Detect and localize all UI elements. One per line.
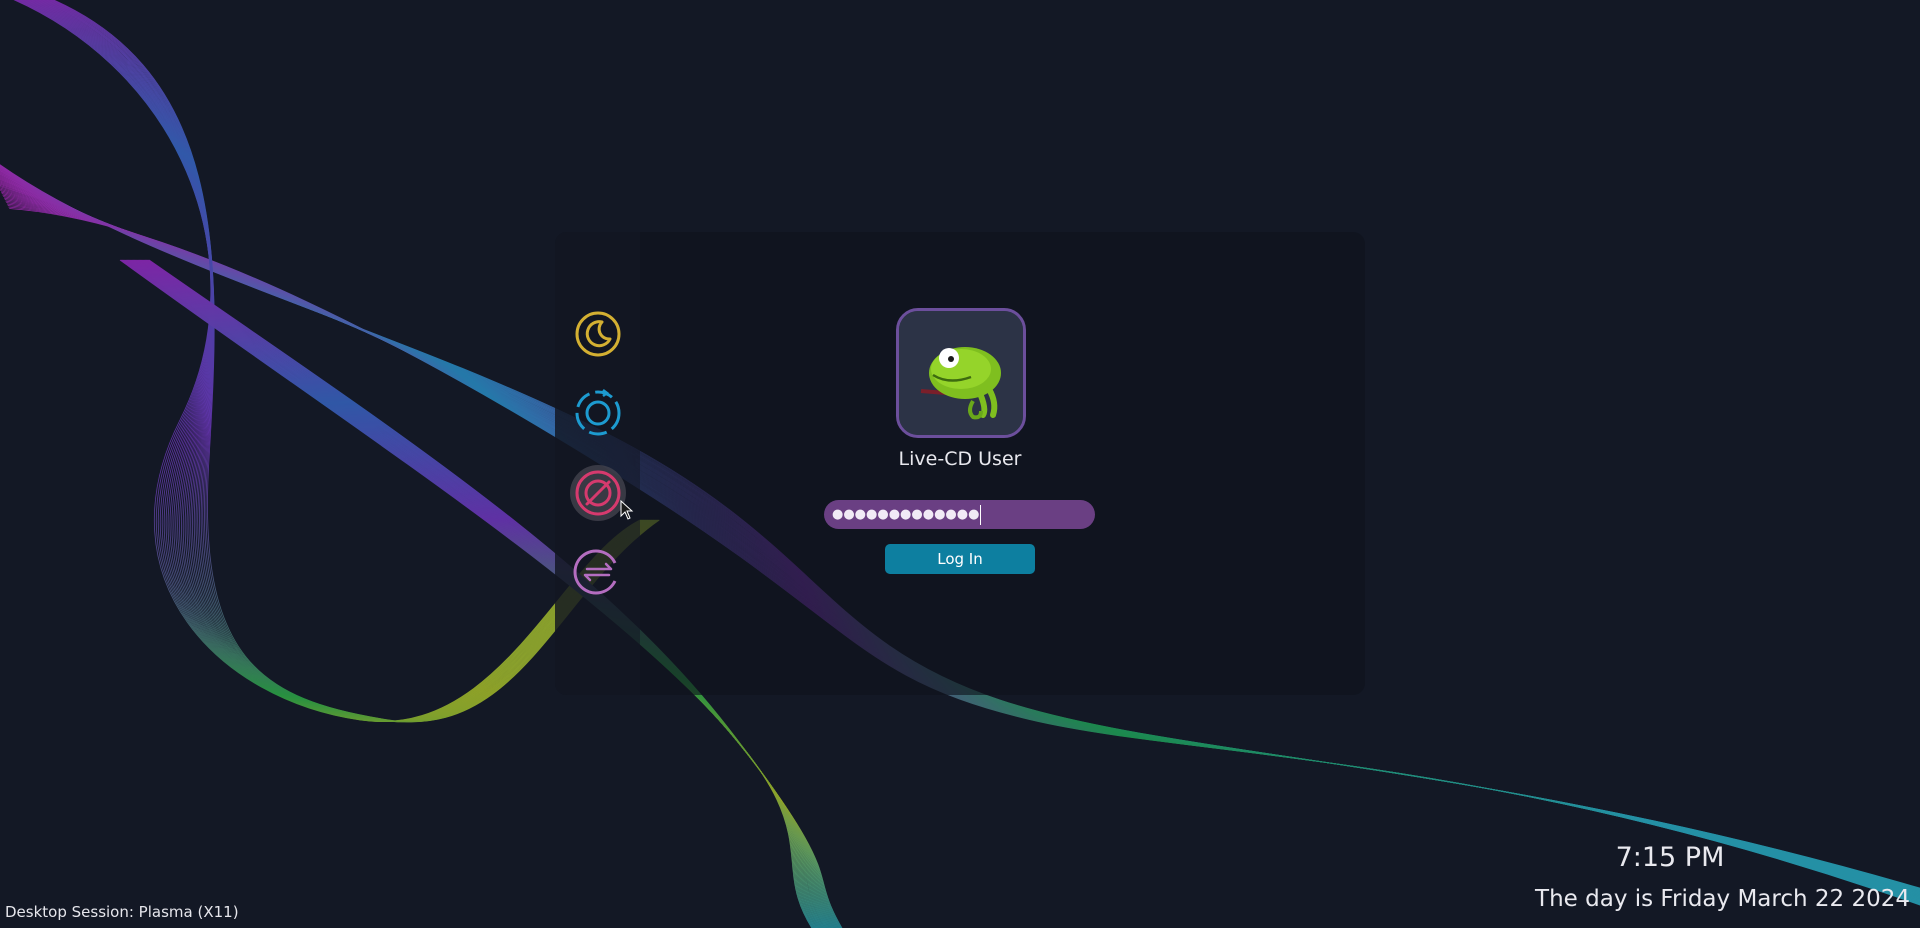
clock-date: The day is Friday March 22 2024	[1535, 886, 1910, 912]
password-masked-text: ●●●●●●●●●●●●●	[832, 507, 980, 522]
restart-button[interactable]	[570, 385, 626, 441]
log-in-button[interactable]: Log In	[885, 544, 1035, 574]
switch-arrows-icon	[573, 549, 617, 595]
moon-icon	[575, 311, 621, 357]
login-screen: Live-CD User ●●●●●●●●●●●●● Log In Deskto…	[0, 0, 1920, 928]
suspend-button[interactable]	[570, 306, 626, 362]
text-caret	[980, 504, 982, 525]
power-actions-column	[555, 232, 640, 695]
mouse-cursor-icon	[620, 500, 634, 520]
shutdown-button[interactable]	[570, 465, 626, 521]
password-field[interactable]: ●●●●●●●●●●●●●	[824, 500, 1095, 529]
username-label: Live-CD User	[898, 448, 1022, 470]
desktop-session-selector[interactable]: Desktop Session: Plasma (X11)	[5, 903, 239, 921]
clock-time: 7:15 PM	[1615, 842, 1725, 873]
chameleon-avatar-icon	[899, 311, 1023, 435]
restart-icon	[575, 389, 621, 436]
user-avatar[interactable]	[896, 308, 1026, 438]
power-icon	[575, 470, 621, 516]
switch-user-button[interactable]	[570, 544, 626, 600]
